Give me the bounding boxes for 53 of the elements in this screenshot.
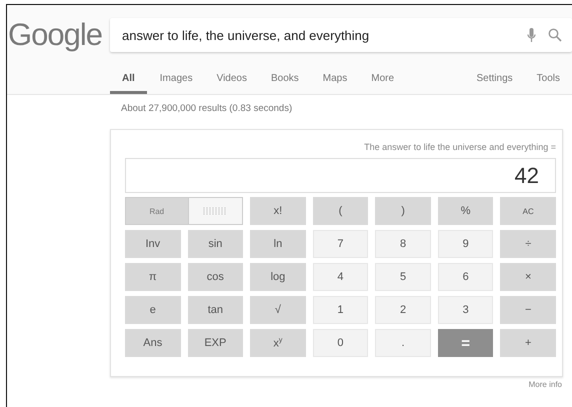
function-key[interactable]: e	[125, 296, 181, 324]
number-key[interactable]: 1	[312, 296, 368, 324]
logo[interactable]: Google	[7, 17, 110, 53]
number-key[interactable]: .	[375, 329, 431, 357]
function-key[interactable]: sin	[188, 230, 244, 258]
function-key[interactable]: )	[375, 197, 431, 225]
search-icon[interactable]	[548, 28, 562, 42]
equals-key[interactable]: =	[438, 329, 494, 357]
function-key[interactable]: Inv	[125, 230, 181, 258]
search-tab[interactable]: Videos	[206, 73, 258, 94]
search-tab[interactable]: All	[110, 73, 147, 94]
number-key[interactable]: 2	[375, 296, 431, 324]
function-key[interactable]: log	[250, 263, 306, 291]
more-info-link[interactable]: More info	[528, 380, 562, 389]
function-key[interactable]: EXP	[188, 329, 244, 357]
search-tab[interactable]: Books	[260, 73, 310, 94]
function-key[interactable]: +	[500, 329, 556, 357]
number-key[interactable]: 4	[312, 263, 368, 291]
function-key[interactable]: √	[250, 296, 306, 324]
function-key[interactable]: π	[125, 263, 181, 291]
number-key[interactable]: 6	[438, 263, 494, 291]
number-key[interactable]: 9	[438, 230, 494, 258]
calculator-display: 42	[125, 158, 556, 193]
number-key[interactable]: 8	[375, 230, 431, 258]
microphone-icon[interactable]	[527, 28, 536, 42]
result-stats: About 27,900,000 results (0.83 seconds)	[121, 103, 294, 114]
function-key[interactable]: %	[438, 197, 494, 225]
angle-mode-option[interactable]	[188, 197, 244, 225]
function-key[interactable]: tan	[188, 296, 244, 324]
function-key[interactable]: ln	[250, 230, 306, 258]
search-input[interactable]: answer to life, the universe, and everything	[122, 28, 515, 42]
search-field[interactable]: answer to life, the universe, and everything	[110, 18, 572, 52]
tool-link[interactable]: Settings	[464, 73, 525, 94]
number-key[interactable]: 7	[312, 230, 368, 258]
number-key[interactable]: 0	[312, 329, 368, 357]
expression-text: The answer to life the universe and everything =	[364, 142, 556, 152]
tool-link[interactable]: Tools	[524, 73, 572, 94]
function-key[interactable]: (	[312, 197, 368, 225]
radians-option[interactable]: Rad	[125, 197, 188, 225]
number-key[interactable]: 5	[375, 263, 431, 291]
function-key[interactable]: x$^{y}$	[250, 329, 306, 357]
function-key[interactable]: AC	[500, 197, 556, 225]
number-key[interactable]: 3	[438, 296, 494, 324]
function-key[interactable]: cos	[188, 263, 244, 291]
search-tab[interactable]: Maps	[312, 73, 358, 94]
function-key[interactable]: ÷	[500, 230, 556, 258]
dotted-grid-icon	[202, 206, 228, 216]
search-tab[interactable]: Images	[148, 73, 204, 94]
function-key[interactable]: x!	[250, 197, 306, 225]
search-tab[interactable]: More	[360, 73, 406, 94]
function-key[interactable]: Ans	[125, 329, 181, 357]
function-key[interactable]: ×	[500, 263, 556, 291]
function-key[interactable]: −	[500, 296, 556, 324]
